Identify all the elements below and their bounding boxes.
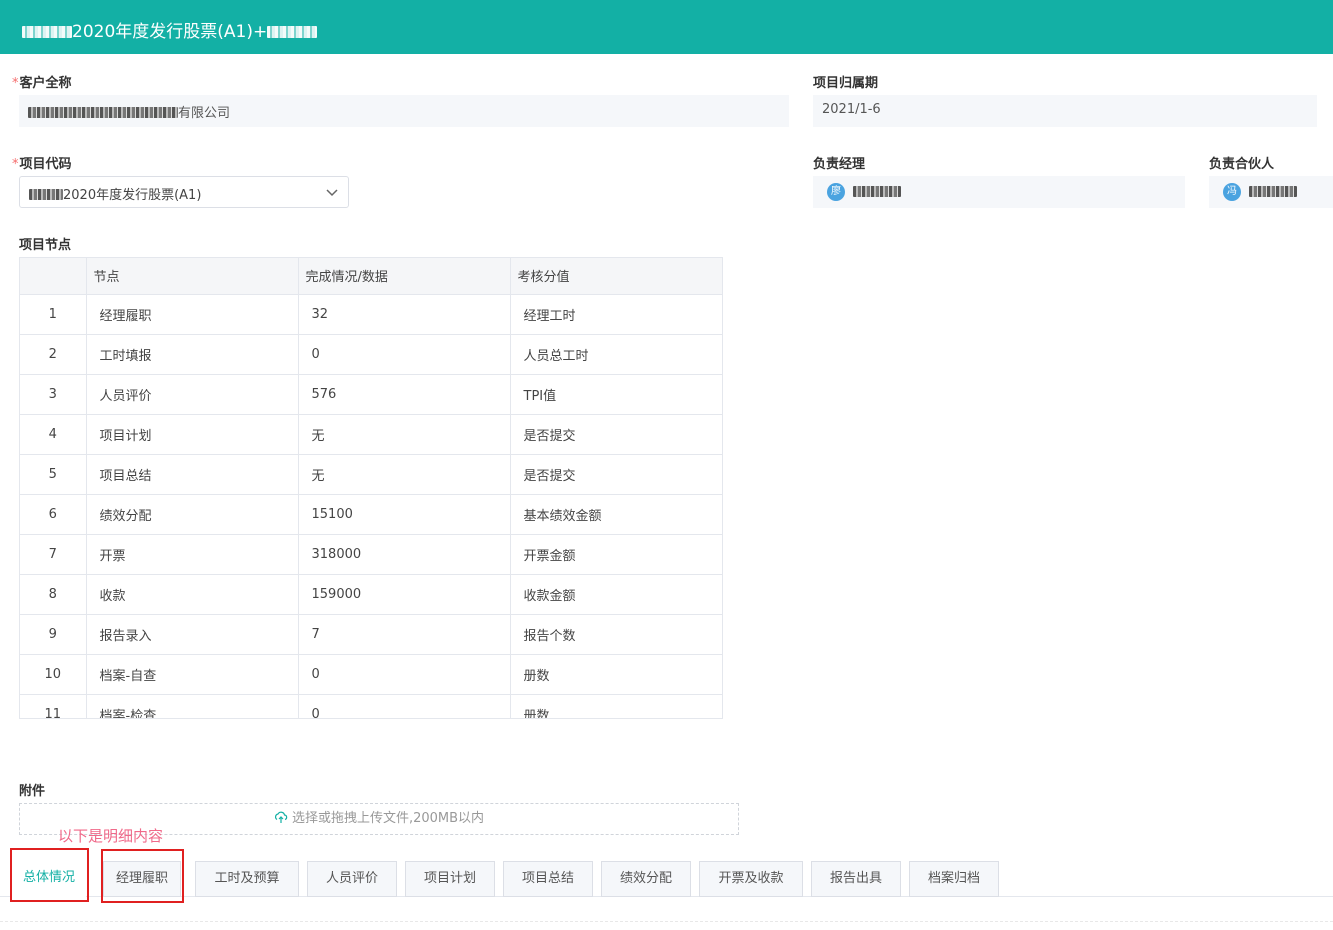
table-row[interactable]: 6 绩效分配 15100 基本绩效金额 <box>20 494 722 535</box>
node-score: 是否提交 <box>510 454 722 495</box>
redacted-text <box>28 107 178 118</box>
column-header: 完成情况/数据 <box>298 258 511 295</box>
upload-text: 选择或拖拽上传文件,200MB以内 <box>291 811 485 826</box>
node-name: 绩效分配 <box>86 494 299 535</box>
node-data: 无 <box>298 454 511 495</box>
chevron-down-icon <box>326 189 338 197</box>
tab-performance[interactable]: 绩效分配 <box>601 861 691 897</box>
table-row[interactable]: 4 项目计划无是否提交 <box>20 414 722 455</box>
node-data: 159000 <box>298 574 511 615</box>
row-index: 9 <box>20 614 87 655</box>
row-index: 8 <box>20 574 87 615</box>
tab-report[interactable]: 报告出具 <box>811 861 901 897</box>
manager-label: 负责经理 <box>813 157 866 172</box>
node-score: 经理工时 <box>510 294 722 335</box>
row-index: 4 <box>20 414 87 455</box>
tab-project-plan[interactable]: 项目计划 <box>405 861 495 897</box>
annotation-text: 以下是明细内容 <box>58 827 164 845</box>
nodes-table[interactable]: 节点 完成情况/数据 考核分值 1 经理履职 32 经理工时 2 工时填报 0 人员总工时 … <box>19 257 723 719</box>
node-score: 册数 <box>510 654 722 695</box>
redacted-text <box>29 189 63 200</box>
project-code-select[interactable]: 2020年度发行股票(A1) <box>19 176 349 208</box>
node-score: 人员总工时 <box>510 334 722 375</box>
node-score: 是否提交 <box>510 414 722 455</box>
row-index: 10 <box>20 654 87 695</box>
avatar: 冯 <box>1223 183 1241 201</box>
row-index: 11 <box>20 694 87 718</box>
node-data: 576 <box>298 374 511 415</box>
table-row[interactable]: 3 人员评价 576 TPI值 <box>20 374 722 415</box>
row-index: 1 <box>20 294 87 335</box>
node-score: 报告个数 <box>510 614 722 655</box>
redacted-text <box>267 26 318 38</box>
project-code-label: *项目代码 <box>12 157 72 172</box>
table-row[interactable]: 10 档案-自查 0 册数 <box>20 654 722 695</box>
node-score: 基本绩效金额 <box>510 494 722 535</box>
upload-icon <box>274 811 288 823</box>
attachment-label: 附件 <box>19 784 46 799</box>
period-label: 项目归属期 <box>813 76 879 91</box>
highlight-box <box>101 849 184 903</box>
row-index: 3 <box>20 374 87 415</box>
node-name: 项目计划 <box>86 414 299 455</box>
page-title: 2020年度发行股票(A1)+ <box>22 17 318 42</box>
redacted-text <box>22 26 72 38</box>
table-row[interactable]: 11 档案-检查 0 册数 <box>20 694 722 718</box>
table-row[interactable]: 2 工时填报 0 人员总工时 <box>20 334 722 375</box>
column-header: 节点 <box>86 258 299 295</box>
node-name: 档案-自查 <box>86 654 299 695</box>
table-row[interactable]: 1 经理履职 32 经理工时 <box>20 294 722 335</box>
table-row[interactable]: 8 收款 159000 收款金额 <box>20 574 722 615</box>
page-header: 2020年度发行股票(A1)+ <box>0 0 1333 54</box>
tab-archive[interactable]: 档案归档 <box>909 861 999 897</box>
row-index: 2 <box>20 334 87 375</box>
node-score: TPI值 <box>510 374 722 415</box>
table-row[interactable]: 9 报告录入 7 报告个数 <box>20 614 722 655</box>
tab-staff-evaluation[interactable]: 人员评价 <box>307 861 397 897</box>
manager-field[interactable]: 廖 <box>813 176 1185 208</box>
node-data: 32 <box>298 294 511 335</box>
table-row[interactable]: 5 项目总结无是否提交 <box>20 454 722 495</box>
column-header: 考核分值 <box>510 258 722 295</box>
highlight-box <box>10 848 89 902</box>
node-name: 经理履职 <box>86 294 299 335</box>
node-name: 报告录入 <box>86 614 299 655</box>
node-name: 收款 <box>86 574 299 615</box>
tab-invoice-payment[interactable]: 开票及收款 <box>699 861 803 897</box>
node-name: 档案-检查 <box>86 694 299 718</box>
node-data: 7 <box>298 614 511 655</box>
bottom-divider <box>0 921 1333 922</box>
node-name: 项目总结 <box>86 454 299 495</box>
redacted-text <box>1249 186 1297 197</box>
table-header-row: 节点 完成情况/数据 考核分值 <box>20 258 722 295</box>
column-header <box>20 258 87 295</box>
row-index: 6 <box>20 494 87 535</box>
node-data: 0 <box>298 334 511 375</box>
row-index: 5 <box>20 454 87 495</box>
nodes-label: 项目节点 <box>19 238 72 253</box>
table-row[interactable]: 7 开票 318000 开票金额 <box>20 534 722 575</box>
node-data: 0 <box>298 694 511 718</box>
node-name: 开票 <box>86 534 299 575</box>
node-name: 工时填报 <box>86 334 299 375</box>
node-name: 人员评价 <box>86 374 299 415</box>
node-data: 318000 <box>298 534 511 575</box>
node-data: 无 <box>298 414 511 455</box>
avatar: 廖 <box>827 183 845 201</box>
row-index: 7 <box>20 534 87 575</box>
node-score: 收款金额 <box>510 574 722 615</box>
partner-field[interactable]: 冯 <box>1209 176 1333 208</box>
node-score: 开票金额 <box>510 534 722 575</box>
node-score: 册数 <box>510 694 722 718</box>
tab-hours-budget[interactable]: 工时及预算 <box>195 861 299 897</box>
node-data: 0 <box>298 654 511 695</box>
customer-label: *客户全称 <box>12 76 72 91</box>
tab-project-summary[interactable]: 项目总结 <box>503 861 593 897</box>
customer-field[interactable]: 有限公司 <box>19 95 789 127</box>
partner-label: 负责合伙人 <box>1209 157 1275 172</box>
period-field[interactable]: 2021/1-6 <box>813 95 1317 127</box>
node-data: 15100 <box>298 494 511 535</box>
redacted-text <box>853 186 901 197</box>
